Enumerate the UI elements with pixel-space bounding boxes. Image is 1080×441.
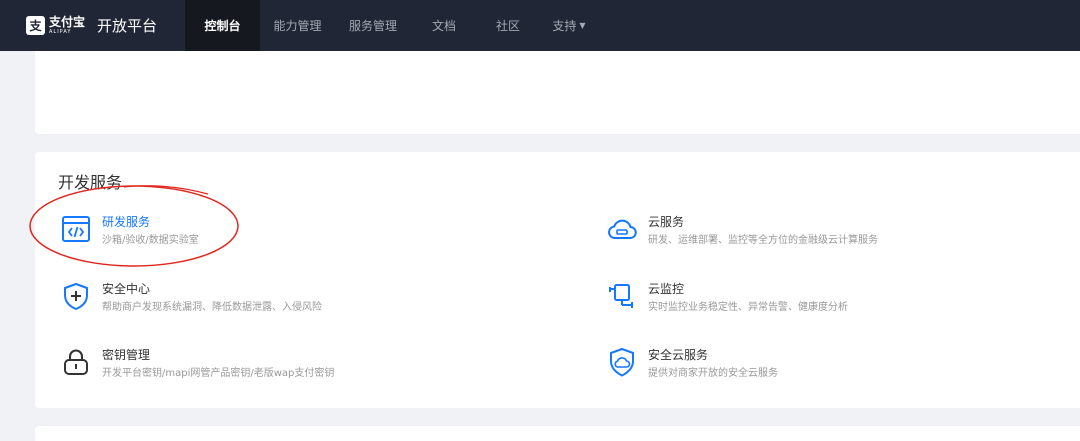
brand-name-cn: 支付宝 <box>49 15 86 29</box>
brand-wordmark: 支付宝 ALIPAY <box>49 15 86 36</box>
shield-plus-icon <box>64 282 88 311</box>
nav-item-capability-management[interactable]: 能力管理 <box>260 0 335 51</box>
nav-item-community[interactable]: 社区 <box>477 0 539 51</box>
monitor-icon <box>609 284 633 308</box>
alipay-logo-icon: 支 <box>26 16 45 35</box>
shield-cloud-icon <box>610 347 634 377</box>
service-desc: 帮助商户发现系统漏洞、降低数据泄露、入侵风险 <box>102 302 322 313</box>
service-name[interactable]: 云服务 <box>648 214 878 230</box>
nav-item-docs[interactable]: 文档 <box>411 0 477 51</box>
service-name[interactable]: 研发服务 <box>102 214 199 230</box>
service-name[interactable]: 安全中心 <box>102 281 322 297</box>
service-desc: 研发、运维部署、监控等全方位的金融级云计算服务 <box>648 235 878 246</box>
brand-name-en: ALIPAY <box>49 29 72 35</box>
nav-item-service-management[interactable]: 服务管理 <box>335 0 411 51</box>
caret-down-icon: ▼ <box>579 21 586 30</box>
service-security-center[interactable]: 安全中心 帮助商户发现系统漏洞、降低数据泄露、入侵风险 <box>61 281 322 315</box>
service-desc: 提供对商家开放的安全云服务 <box>648 368 778 379</box>
service-name[interactable]: 安全云服务 <box>648 347 778 363</box>
bottom-card <box>35 426 1080 441</box>
service-key-management[interactable]: 密钥管理 开发平台密钥/mapi网管产品密钥/老版wap支付密钥 <box>61 347 334 381</box>
service-desc: 开发平台密钥/mapi网管产品密钥/老版wap支付密钥 <box>102 368 335 379</box>
brand-logo[interactable]: 支 支付宝 ALIPAY 开放平台 <box>0 16 185 36</box>
top-navigation-bar: 支 支付宝 ALIPAY 开放平台 控制台 能力管理 服务管理 文档 社区 支持… <box>0 0 1080 51</box>
service-rd[interactable]: 研发服务 沙箱/验收/数据实验室 <box>61 214 199 248</box>
main-nav: 控制台 能力管理 服务管理 文档 社区 支持 ▼ <box>185 0 599 51</box>
service-cloud-monitor[interactable]: 云监控 实时监控业务稳定性、异常告警、健康度分析 <box>607 281 848 315</box>
service-name[interactable]: 密钥管理 <box>102 347 334 363</box>
code-window-icon <box>62 216 90 242</box>
top-card <box>35 51 1080 134</box>
cloud-icon <box>608 219 637 239</box>
nav-item-console[interactable]: 控制台 <box>185 0 260 51</box>
service-desc: 沙箱/验收/数据实验室 <box>102 235 199 246</box>
service-cloud[interactable]: 云服务 研发、运维部署、监控等全方位的金融级云计算服务 <box>607 214 878 248</box>
service-name[interactable]: 云监控 <box>648 281 848 297</box>
nav-item-support[interactable]: 支持 ▼ <box>539 0 599 51</box>
section-title: 开发服务 <box>58 173 123 192</box>
service-desc: 实时监控业务稳定性、异常告警、健康度分析 <box>648 302 848 313</box>
lock-icon <box>64 349 88 375</box>
service-secure-cloud[interactable]: 安全云服务 提供对商家开放的安全云服务 <box>607 347 778 381</box>
platform-title: 开放平台 <box>97 16 158 35</box>
